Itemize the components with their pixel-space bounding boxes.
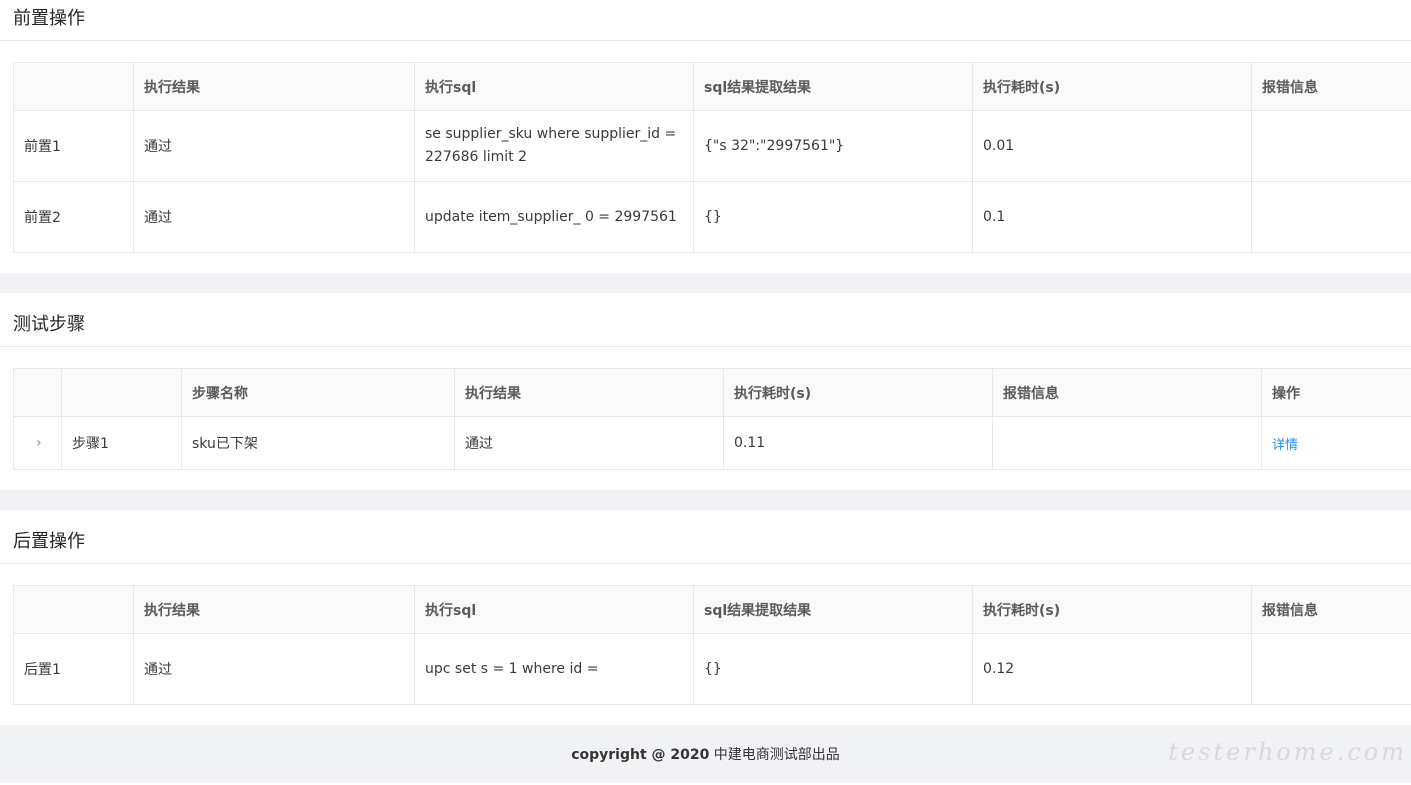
step-error (993, 417, 1262, 470)
row-error (1252, 634, 1411, 705)
footer-copyright: copyright @ 2020 (571, 747, 709, 763)
post-table-header: 执行结果 执行sql sql结果提取结果 执行耗时(s) 报错信息 (14, 586, 1411, 634)
row-sql: se supplier_sku where supplier_id = 2276… (415, 111, 694, 182)
row-result: 通过 (134, 111, 415, 182)
row-name: 前置1 (14, 111, 134, 182)
step-result: 通过 (455, 417, 724, 470)
table-row: 前置2 通过 update item_supplier_ 0 = 2997561… (14, 182, 1411, 253)
post-header-time: 执行耗时(s) (973, 586, 1252, 634)
steps-table: 步骤名称 执行结果 执行耗时(s) 报错信息 操作 › 步骤1 sku已下架 通… (13, 368, 1411, 470)
table-row: 前置1 通过 se supplier_sku where supplier_id… (14, 111, 1411, 182)
row-extract: {"s 32":"2997561"} (694, 111, 973, 182)
section-divider (0, 490, 1411, 510)
pre-header-time: 执行耗时(s) (973, 63, 1252, 111)
step-name: sku已下架 (182, 417, 455, 470)
steps-header-time: 执行耗时(s) (724, 369, 993, 417)
steps-header-index (62, 369, 182, 417)
step-action-cell: 详情 (1262, 417, 1411, 470)
row-time: 0.12 (973, 634, 1252, 705)
post-header-result: 执行结果 (134, 586, 415, 634)
steps-section-title: 测试步骤 (0, 306, 1411, 347)
pre-header-extract: sql结果提取结果 (694, 63, 973, 111)
pre-header-blank (14, 63, 134, 111)
expand-cell[interactable]: › (14, 417, 62, 470)
steps-header-error: 报错信息 (993, 369, 1262, 417)
row-error (1252, 182, 1411, 253)
post-header-error: 报错信息 (1252, 586, 1411, 634)
details-link[interactable]: 详情 (1272, 438, 1298, 453)
row-sql: update item_supplier_ 0 = 2997561 (415, 182, 694, 253)
row-extract: {} (694, 634, 973, 705)
row-name: 后置1 (14, 634, 134, 705)
post-header-sql: 执行sql (415, 586, 694, 634)
pre-table: 执行结果 执行sql sql结果提取结果 执行耗时(s) 报错信息 前置1 通过… (13, 62, 1411, 253)
pre-table-header: 执行结果 执行sql sql结果提取结果 执行耗时(s) 报错信息 (14, 63, 1411, 111)
pre-header-result: 执行结果 (134, 63, 415, 111)
row-time: 0.1 (973, 182, 1252, 253)
table-row: › 步骤1 sku已下架 通过 0.11 详情 (14, 417, 1411, 470)
steps-header-result: 执行结果 (455, 369, 724, 417)
post-section-title: 后置操作 (0, 523, 1411, 564)
row-sql: upc set s = 1 where id = (415, 634, 694, 705)
steps-header-action: 操作 (1262, 369, 1411, 417)
row-result: 通过 (134, 634, 415, 705)
step-time: 0.11 (724, 417, 993, 470)
chevron-right-icon[interactable]: › (24, 435, 42, 451)
post-header-extract: sql结果提取结果 (694, 586, 973, 634)
table-row: 后置1 通过 upc set s = 1 where id = {} 0.12 (14, 634, 1411, 705)
post-header-blank (14, 586, 134, 634)
footer-text: 中建电商测试部出品 (709, 747, 839, 763)
steps-header-name: 步骤名称 (182, 369, 455, 417)
watermark: testerhome.com (1168, 738, 1407, 766)
row-time: 0.01 (973, 111, 1252, 182)
row-extract: {} (694, 182, 973, 253)
section-divider (0, 273, 1411, 293)
post-table: 执行结果 执行sql sql结果提取结果 执行耗时(s) 报错信息 后置1 通过… (13, 585, 1411, 705)
row-result: 通过 (134, 182, 415, 253)
steps-header-expand (14, 369, 62, 417)
pre-header-sql: 执行sql (415, 63, 694, 111)
row-name: 前置2 (14, 182, 134, 253)
steps-table-header: 步骤名称 执行结果 执行耗时(s) 报错信息 操作 (14, 369, 1411, 417)
pre-section-title: 前置操作 (0, 0, 1411, 41)
row-error (1252, 111, 1411, 182)
step-index: 步骤1 (62, 417, 182, 470)
pre-header-error: 报错信息 (1252, 63, 1411, 111)
